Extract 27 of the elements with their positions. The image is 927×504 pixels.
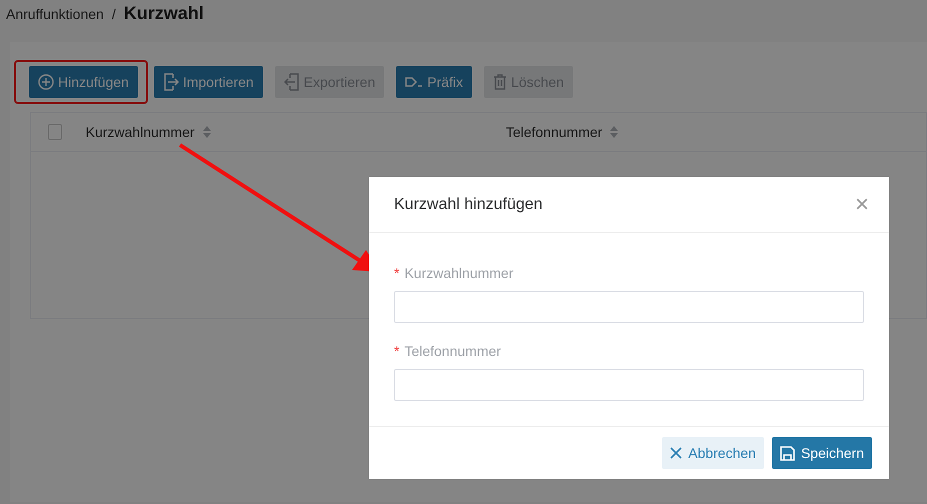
column-header[interactable]: Kurzwahlnummer — [86, 124, 195, 140]
input-field[interactable] — [394, 291, 864, 323]
required-mark: * — [394, 343, 400, 359]
sort-icon[interactable] — [202, 126, 211, 138]
breadcrumb-link[interactable]: Anruffunktionen — [6, 6, 104, 22]
column-header[interactable]: Telefonnummer — [506, 124, 602, 140]
trash-icon — [493, 74, 508, 90]
select-all-checkbox[interactable] — [48, 124, 62, 140]
import-icon — [162, 73, 179, 91]
close-button[interactable]: × — [854, 192, 869, 216]
toolbar-button[interactable]: Hinzufügen — [29, 66, 138, 98]
required-mark: * — [394, 265, 400, 281]
cancel-button[interactable]: Abbrechen — [662, 437, 764, 469]
plus-circle-icon — [38, 74, 54, 90]
breadcrumb-separator: / — [112, 6, 116, 22]
dialog-title: Kurzwahl hinzufügen — [394, 196, 543, 214]
toolbar-button[interactable]: Präfix — [396, 66, 472, 98]
field-label: Kurzwahlnummer — [404, 265, 514, 281]
tag-icon — [405, 76, 424, 88]
page-title: Kurzwahl — [124, 3, 204, 24]
save-button[interactable]: Speichern — [772, 437, 872, 469]
sort-icon[interactable] — [610, 126, 618, 138]
close-icon — [670, 447, 682, 459]
field-label: Telefonnummer — [404, 343, 501, 359]
toolbar-button[interactable]: Importieren — [154, 66, 263, 98]
input-field[interactable] — [394, 369, 864, 401]
export-icon — [284, 73, 300, 91]
